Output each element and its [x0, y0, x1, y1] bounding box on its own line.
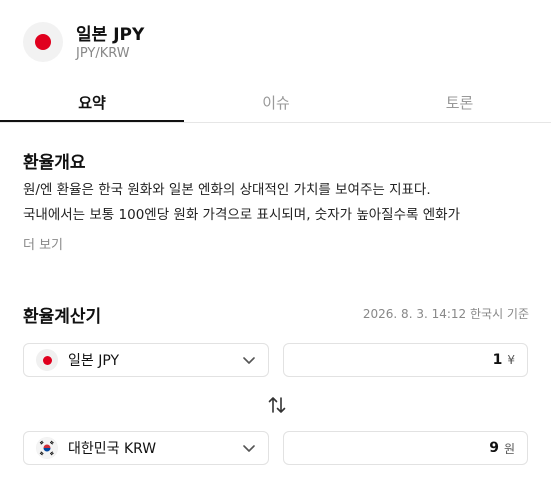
to-currency-select[interactable]: 대한민국 KRW	[23, 431, 269, 465]
from-currency-label: 일본 JPY	[68, 353, 120, 369]
chevron-down-icon	[243, 445, 255, 452]
calculator-title: 환율계산기	[23, 307, 102, 327]
from-unit: ¥	[507, 353, 515, 367]
korea-flag-icon	[36, 437, 58, 459]
swap-arrows-icon[interactable]	[266, 394, 288, 416]
header: 일본 JPY JPY/KRW	[0, 0, 551, 90]
overview-description: 원/엔 환율은 한국 원화와 일본 엔화의 상대적인 가치를 보여주는 지표다.…	[23, 178, 533, 228]
tab-discussion[interactable]: 토론	[368, 82, 551, 122]
from-amount-input[interactable]: 1 ¥	[283, 343, 528, 377]
from-amount-value: 1	[492, 352, 503, 368]
to-amount-value: 9	[489, 440, 499, 456]
to-unit: 원	[503, 441, 515, 456]
tab-summary[interactable]: 요약	[0, 82, 184, 122]
overview-line: 국내에서는 보통 100엔당 원화 가격으로 표시되며, 숫자가 높아질수록 엔…	[23, 207, 460, 223]
active-tab-indicator	[0, 120, 184, 122]
more-link[interactable]: 더 보기	[23, 234, 63, 253]
chevron-down-icon	[243, 357, 255, 364]
tab-bar: 요약 이슈 토론	[0, 82, 551, 123]
from-currency-select[interactable]: 일본 JPY	[23, 343, 269, 377]
page-title: 일본 JPY	[76, 25, 145, 45]
overview-line: 원/엔 환율은 한국 원화와 일본 엔화의 상대적인 가치를 보여주는 지표다.	[23, 182, 431, 198]
japan-flag-icon	[23, 22, 63, 62]
overview-title: 환율개요	[23, 153, 86, 173]
rate-timestamp: 2026. 8. 3. 14:12 한국시 기준	[362, 307, 529, 321]
tab-issues[interactable]: 이슈	[184, 82, 368, 122]
japan-flag-icon	[36, 349, 58, 371]
to-currency-label: 대한민국 KRW	[68, 441, 157, 457]
to-amount-input[interactable]: 9 원	[283, 431, 528, 465]
currency-pair: JPY/KRW	[76, 46, 130, 61]
